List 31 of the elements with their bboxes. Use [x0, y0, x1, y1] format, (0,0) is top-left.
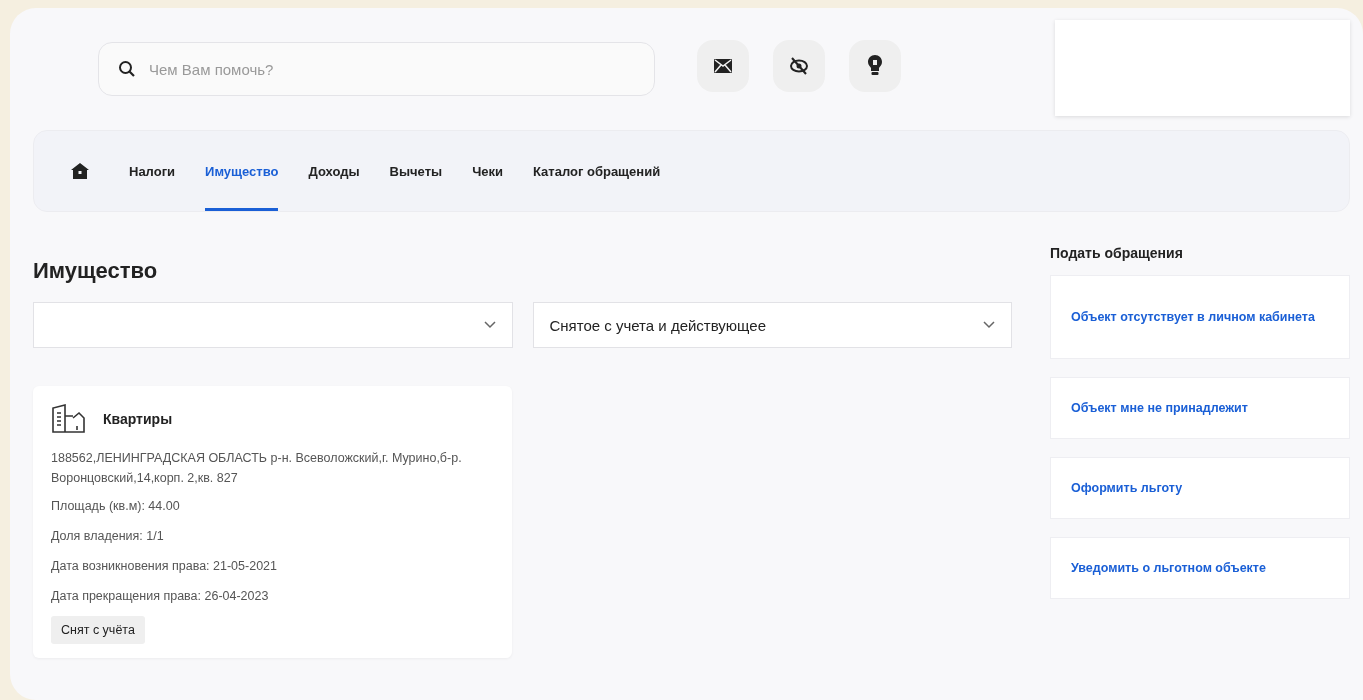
property-detail: Дата возникновения права: 21-05-2021 — [51, 558, 278, 575]
appeal-link[interactable]: Оформить льготу — [1050, 457, 1350, 519]
mail-button[interactable] — [697, 40, 749, 92]
appeal-link[interactable]: Объект отсутствует в личном кабинета — [1050, 275, 1350, 359]
card-title: Квартиры — [103, 411, 173, 427]
property-detail: Дата прекращения права: 26-04-2023 — [51, 588, 270, 605]
lightbulb-icon — [868, 55, 882, 77]
nav-tab[interactable]: Чеки — [472, 131, 503, 211]
tips-button[interactable] — [849, 40, 901, 92]
property-detail: Площадь (кв.м): 44.00 — [51, 498, 181, 515]
dropdown-value: Снятое с учета и действующее — [549, 316, 766, 334]
envelope-icon — [714, 59, 732, 73]
eye-off-icon — [789, 57, 809, 75]
status-badge: Снят с учёта — [51, 616, 145, 644]
search-icon — [118, 60, 136, 78]
visibility-button[interactable] — [773, 40, 825, 92]
nav-tab[interactable]: Имущество — [205, 131, 279, 211]
property-detail: Доля владения: 1/1 — [51, 528, 165, 545]
page-title: Имущество — [33, 258, 159, 284]
search-field[interactable]: Чем Вам помочь? — [98, 42, 655, 96]
buildings-icon — [51, 404, 85, 434]
appeals-title: Подать обращения — [1050, 245, 1184, 261]
filter-dropdown[interactable]: Снятое с учета и действующее — [532, 302, 1012, 348]
nav-tab[interactable]: Каталог обращений — [533, 131, 661, 211]
home-icon[interactable] — [71, 163, 89, 179]
nav-tab[interactable]: Вычеты — [389, 131, 443, 211]
nav-tab[interactable]: Налоги — [129, 131, 176, 211]
nav-tab[interactable]: Доходы — [308, 131, 360, 211]
property-address: 188562,ЛЕНИНГРАДСКАЯ ОБЛАСТЬ р-н. Всеволожский,г. Мурино,б-р. Воронцовский,14,корп. 2,кв. 827 — [51, 450, 463, 487]
appeal-link[interactable]: Объект мне не принадлежит — [1050, 377, 1350, 439]
appeal-link[interactable]: Уведомить о льготном объекте — [1050, 537, 1350, 599]
